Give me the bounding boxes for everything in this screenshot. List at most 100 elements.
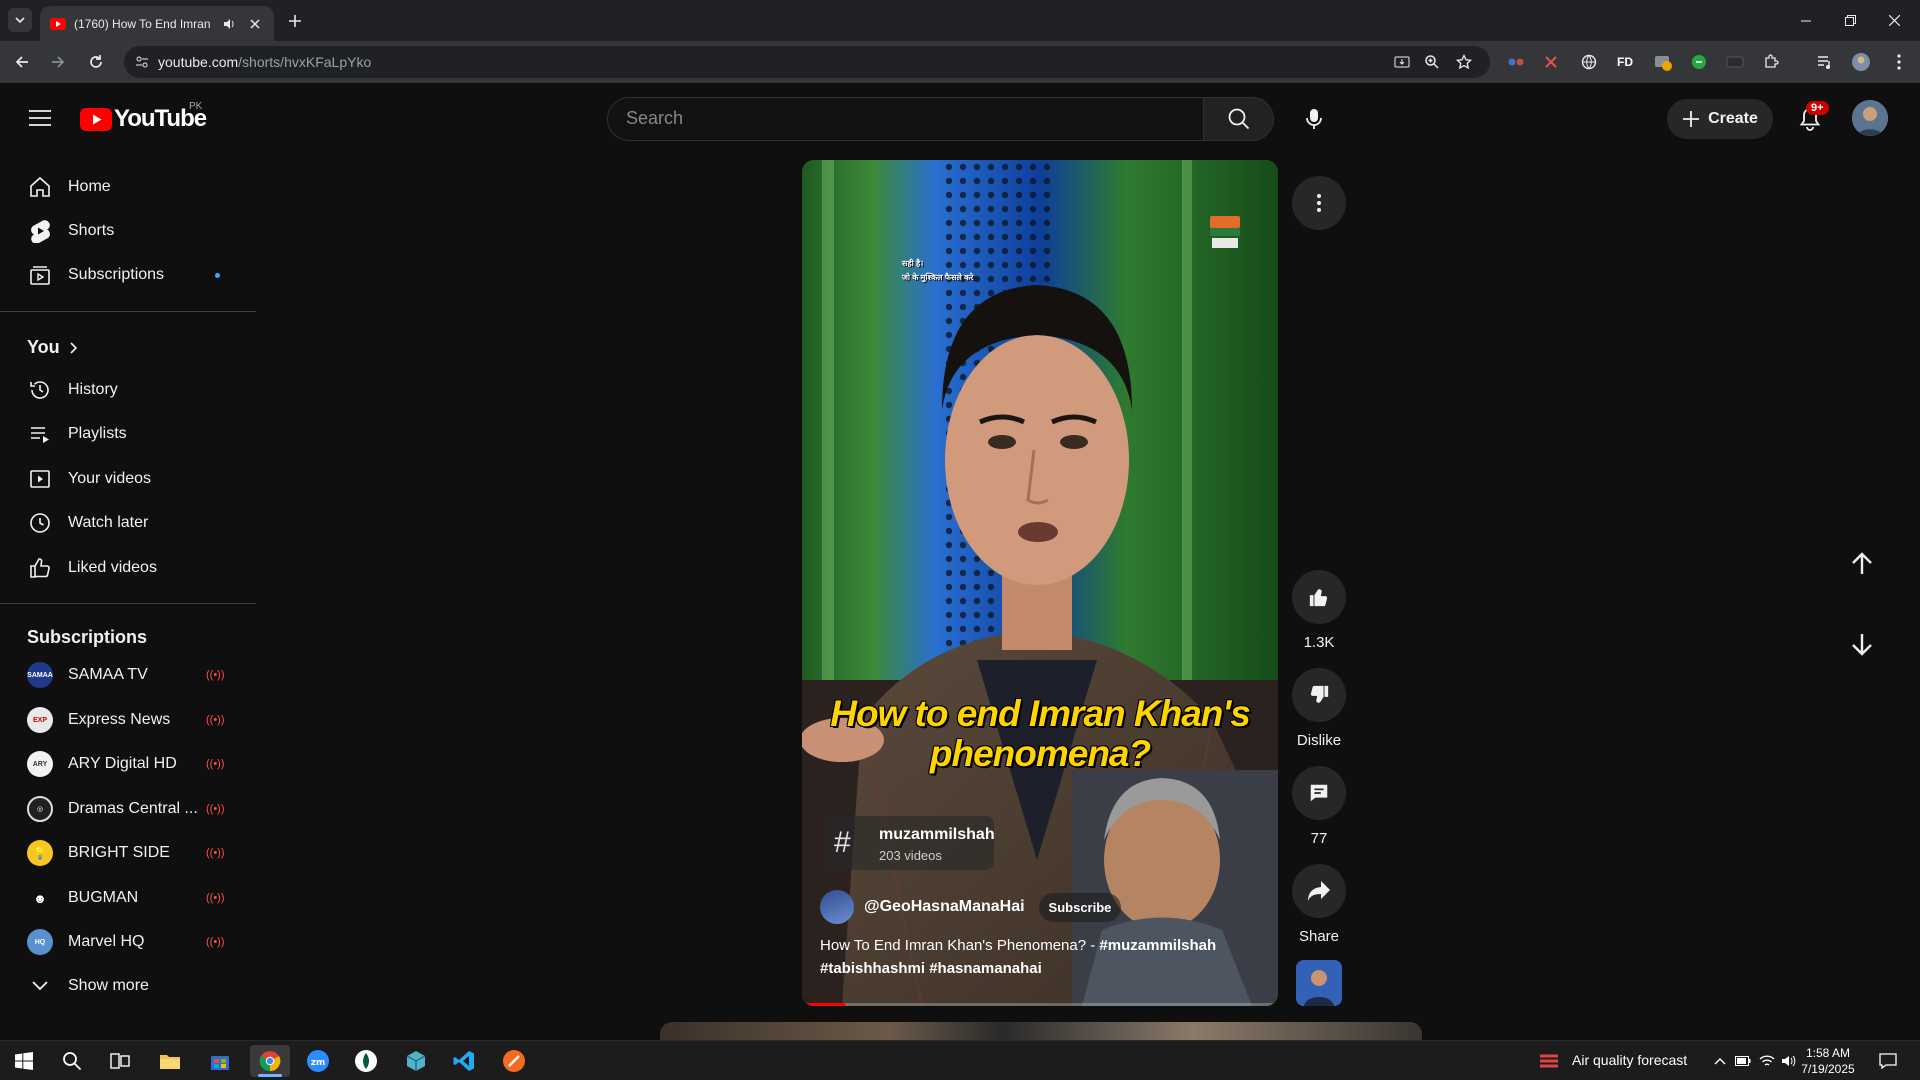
search-box [607,97,1204,141]
video-progress-bar[interactable] [802,1003,1278,1006]
profile-icon[interactable] [1850,51,1872,73]
tray-chevron-up-icon[interactable] [1710,1045,1730,1077]
extension-globe-icon[interactable] [1578,51,1600,73]
comment-icon [1308,782,1330,804]
minimize-button[interactable] [1784,0,1828,41]
speaker-icon[interactable] [222,17,236,31]
weather-text[interactable]: Air quality forecast [1572,1052,1687,1068]
show-more-button[interactable]: Show more [12,966,244,1006]
file-explorer-icon[interactable] [150,1045,190,1077]
hamburger-menu-icon[interactable] [24,102,56,134]
sidebar-item-label: History [68,381,118,398]
live-broadcast-icon: ((•)) [206,758,225,770]
system-clock[interactable]: 1:58 AM 7/19/2025 [1796,1045,1860,1077]
browser-menu-icon[interactable] [1888,51,1910,73]
sidebar-item-shorts[interactable]: Shorts [12,211,244,251]
more-options-button[interactable] [1292,176,1346,230]
sidebar-item-playlists[interactable]: Playlists [12,414,244,454]
browser-tab-bar: (1760) How To End Imran Kh [0,0,1920,41]
watch-later-icon [12,511,68,535]
notification-center-icon[interactable] [1868,1045,1908,1077]
you-heading-label: You [27,337,60,357]
back-button[interactable] [10,50,34,74]
bookmark-star-icon[interactable] [1454,52,1474,72]
youtube-favicon-icon [50,17,66,30]
close-window-button[interactable] [1872,0,1916,41]
dislike-button[interactable] [1292,668,1346,722]
media-control-icon[interactable] [1814,51,1836,73]
extension-fd-icon[interactable]: FD [1614,51,1636,73]
account-avatar[interactable] [1852,100,1888,136]
shorts-video-player[interactable]: सही है। जो के मुश्किल फैसले करे How to e… [802,160,1278,1006]
sidebar-item-watch-later[interactable]: Watch later [12,503,244,543]
search-input[interactable] [626,108,1176,129]
like-button[interactable] [1292,570,1346,624]
home-icon [12,175,68,199]
install-app-icon[interactable] [1392,52,1412,72]
channel-avatar: ◎ [27,796,53,822]
extensions-puzzle-icon[interactable] [1760,51,1782,73]
video-progress-fill [802,1003,845,1006]
sidebar-item-label: Your videos [68,470,152,487]
subscribe-button[interactable]: Subscribe [1038,892,1122,922]
title-hashtag[interactable]: #muzammilshah [1099,937,1216,954]
sidebar-item-subscriptions[interactable]: Subscriptions [12,255,244,295]
sidebar-item-history[interactable]: History [12,370,244,410]
wifi-icon[interactable] [1756,1045,1778,1077]
reload-button[interactable] [84,50,108,74]
cube-app-icon[interactable] [396,1045,436,1077]
live-broadcast-icon: ((•)) [206,714,225,726]
restore-button[interactable] [1828,0,1872,41]
browser-tab-active[interactable]: (1760) How To End Imran Kh [40,6,274,41]
weather-icon[interactable] [1532,1045,1566,1077]
task-view-icon[interactable] [100,1045,140,1077]
hashtag-chip[interactable]: # muzammilshah 203 videos [824,816,995,870]
channel-name[interactable]: @GeoHasnaManaHai [864,898,1025,916]
extension-glasses-icon[interactable] [1505,51,1527,73]
extension-badge-icon[interactable] [1652,51,1674,73]
create-button[interactable]: Create [1667,99,1773,139]
address-bar[interactable]: youtube.com/shorts/hvxKFaLpYko [124,46,1490,78]
extension-green-icon[interactable] [1688,51,1710,73]
previous-short-button[interactable] [1840,542,1884,586]
zoom-app-icon[interactable]: zm [298,1045,338,1077]
tab-search-button[interactable] [8,8,32,32]
comment-count: 77 [1310,830,1328,847]
taskbar-search-icon[interactable] [52,1045,92,1077]
sidebar-item-label: Playlists [68,425,127,442]
site-info-icon[interactable] [132,52,152,72]
start-button[interactable] [4,1045,44,1077]
search-button[interactable] [1204,97,1274,141]
vscode-icon[interactable] [444,1045,484,1077]
share-button[interactable] [1292,864,1346,918]
battery-icon[interactable] [1732,1045,1754,1077]
video-title: How To End Imran Khan's Phenomena? - #mu… [820,934,1250,980]
chrome-taskbar-icon[interactable] [250,1045,290,1077]
channel-avatar: ARY [27,751,53,777]
live-broadcast-icon: ((•)) [206,669,225,681]
leaf-app-icon[interactable] [346,1045,386,1077]
extension-x-icon[interactable] [1540,51,1562,73]
sidebar-item-home[interactable]: Home [12,167,244,207]
zoom-icon[interactable] [1422,52,1442,72]
sidebar-item-liked-videos[interactable]: Liked videos [12,548,244,588]
microsoft-store-icon[interactable] [200,1045,240,1077]
youtube-logo[interactable]: YouTube [80,105,207,133]
caption-line-2: phenomena? [929,733,1151,774]
orange-app-icon[interactable] [494,1045,534,1077]
voice-search-button[interactable] [1292,97,1336,141]
extension-dark-icon[interactable] [1724,51,1746,73]
video-frame [802,160,1278,1006]
title-hashtags[interactable]: #tabishhashmi #hasnamanahai [820,960,1042,977]
history-icon [12,378,68,402]
sidebar-item-your-videos[interactable]: Your videos [12,459,244,499]
tab-close-icon[interactable] [250,18,260,29]
next-short-button[interactable] [1840,622,1884,666]
next-short-preview[interactable] [660,1022,1422,1042]
sound-source-thumbnail[interactable] [1296,960,1342,1006]
channel-avatar[interactable] [820,890,854,924]
new-tab-button[interactable] [284,10,306,32]
forward-button[interactable] [46,50,70,74]
comments-button[interactable] [1292,766,1346,820]
you-section-heading[interactable]: You [27,337,78,358]
